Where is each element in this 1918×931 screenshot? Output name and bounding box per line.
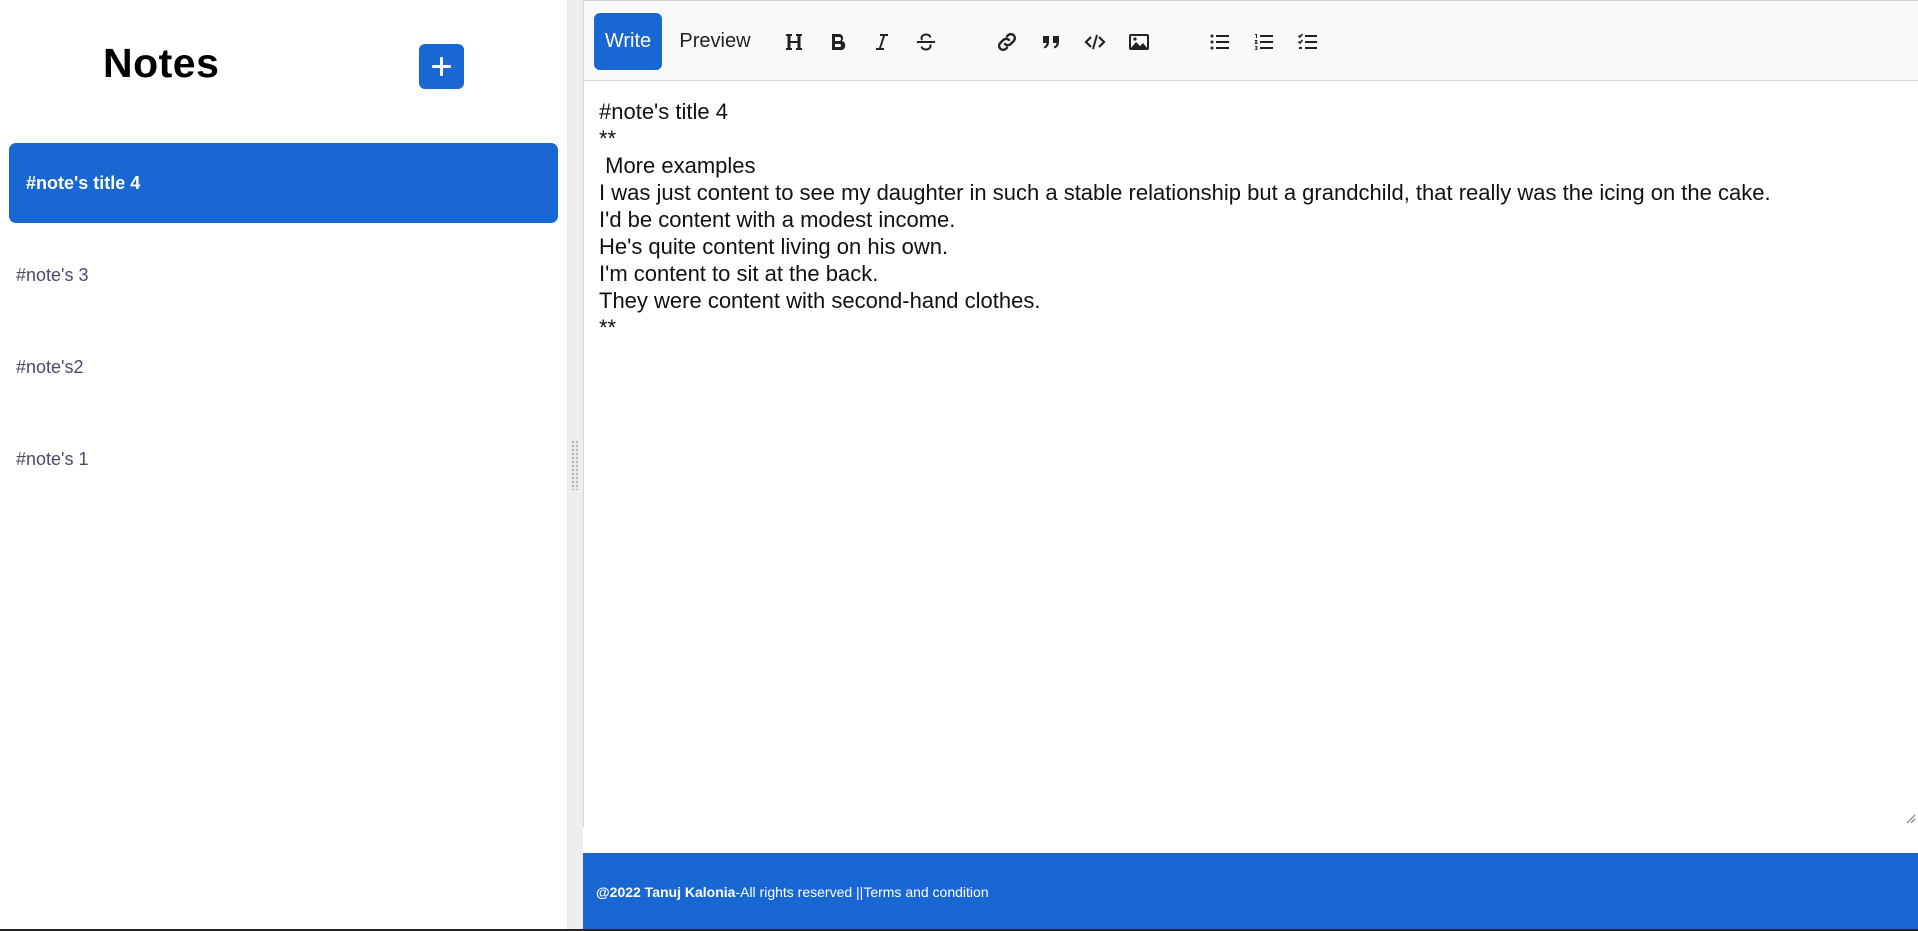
drag-handle-icon[interactable] [571, 440, 579, 490]
image-icon [1129, 34, 1149, 50]
tab-write[interactable]: Write [594, 13, 662, 70]
ordered-list-button[interactable] [1249, 27, 1279, 57]
image-button[interactable] [1124, 27, 1154, 57]
note-item-label: #note's2 [16, 356, 84, 377]
italic-button[interactable] [867, 27, 897, 57]
sidebar-header: Notes [0, 0, 567, 130]
add-note-button[interactable] [419, 44, 464, 89]
heading-icon [786, 34, 802, 50]
notes-app: Notes #note's title 4 #note's 3 #note's2… [0, 0, 1918, 931]
code-button[interactable] [1080, 27, 1110, 57]
link-button[interactable] [992, 27, 1022, 57]
heading-button[interactable] [779, 27, 809, 57]
ordered-list-icon [1254, 34, 1273, 50]
pane-splitter[interactable] [567, 0, 583, 931]
footer-copyright: @2022 Tanuj Kalonia [596, 884, 736, 900]
bold-button[interactable] [823, 27, 853, 57]
note-item[interactable]: #note's2 [9, 327, 558, 407]
note-item-label: #note's title 4 [26, 172, 141, 193]
sidebar-title: Notes [103, 40, 220, 86]
link-icon [997, 32, 1017, 52]
note-item-label: #note's 1 [16, 448, 89, 469]
tab-preview[interactable]: Preview [671, 13, 759, 70]
italic-icon [876, 34, 888, 50]
unordered-list-button[interactable] [1205, 27, 1235, 57]
strikethrough-icon [917, 33, 935, 51]
sidebar: Notes #note's title 4 #note's 3 #note's2… [0, 0, 567, 931]
strikethrough-button[interactable] [911, 27, 941, 57]
note-item-active[interactable]: #note's title 4 [9, 143, 558, 223]
quote-icon [1043, 36, 1059, 49]
checklist-button[interactable] [1293, 27, 1323, 57]
terms-link[interactable]: Terms and condition [863, 884, 988, 900]
note-content-textarea[interactable]: #note's title 4 ** More examples I was j… [584, 82, 1918, 827]
checklist-icon [1297, 33, 1317, 49]
note-item[interactable]: #note's 3 [9, 235, 558, 315]
quote-button[interactable] [1036, 27, 1066, 57]
code-icon [1084, 34, 1106, 50]
note-item[interactable]: #note's 1 [9, 419, 558, 499]
note-item-label: #note's 3 [16, 264, 89, 285]
unordered-list-icon [1210, 34, 1229, 50]
resize-grip-icon[interactable] [1904, 812, 1916, 824]
footer: @2022 Tanuj Kalonia -All rights reserved… [583, 853, 1918, 931]
editor-toolbar: Write Preview [584, 1, 1918, 81]
note-list: #note's title 4 #note's 3 #note's2 #note… [0, 143, 567, 511]
bold-icon [832, 33, 846, 51]
footer-rights: -All rights reserved || [735, 884, 864, 900]
markdown-editor: Write Preview #note's title 4 ** More ex… [583, 0, 1918, 827]
